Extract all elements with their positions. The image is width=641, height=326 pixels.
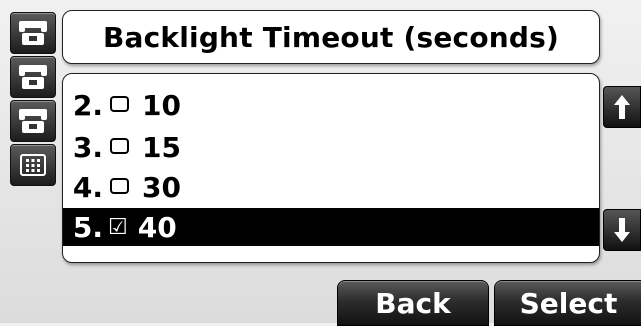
back-button-label: Back (375, 286, 451, 320)
select-button[interactable]: Select (494, 280, 641, 326)
arrow-down-icon (614, 218, 630, 242)
option-number: 4. (72, 170, 103, 204)
line-key-4[interactable] (10, 144, 56, 186)
list-item-4[interactable]: 4. 30 (63, 168, 599, 206)
page-title: Backlight Timeout (seconds) (62, 10, 600, 64)
list-item-3[interactable]: 3. 15 (63, 128, 599, 166)
option-list: 2. 10 3. 15 4. 30 5. ☑ 40 (62, 73, 600, 263)
handset-icon (19, 65, 47, 89)
select-button-label: Select (519, 286, 618, 320)
checked-box-icon: ☑ (108, 214, 128, 240)
line-key-3[interactable] (10, 100, 56, 142)
unchecked-box-icon (110, 178, 129, 194)
page-title-text: Backlight Timeout (seconds) (102, 20, 560, 54)
unchecked-box-icon (110, 138, 129, 154)
option-value: 30 (142, 170, 181, 204)
line-key-2[interactable] (10, 56, 56, 98)
scroll-down-button[interactable] (603, 209, 641, 251)
line-key-1[interactable] (10, 12, 56, 54)
keypad-icon (20, 154, 46, 176)
arrow-up-icon (614, 95, 630, 119)
option-value: 10 (142, 88, 181, 122)
unchecked-box-icon (110, 96, 129, 112)
option-number: 2. (72, 88, 103, 122)
option-value: 40 (137, 210, 177, 244)
list-item-5-selected[interactable]: 5. ☑ 40 (63, 208, 599, 246)
option-value: 15 (142, 130, 181, 164)
handset-icon (19, 21, 47, 45)
list-item-2[interactable]: 2. 10 (63, 86, 599, 124)
option-number: 3. (72, 130, 103, 164)
back-button[interactable]: Back (337, 280, 489, 326)
scroll-up-button[interactable] (603, 86, 641, 128)
option-number: 5. (72, 210, 103, 244)
handset-icon (19, 109, 47, 133)
